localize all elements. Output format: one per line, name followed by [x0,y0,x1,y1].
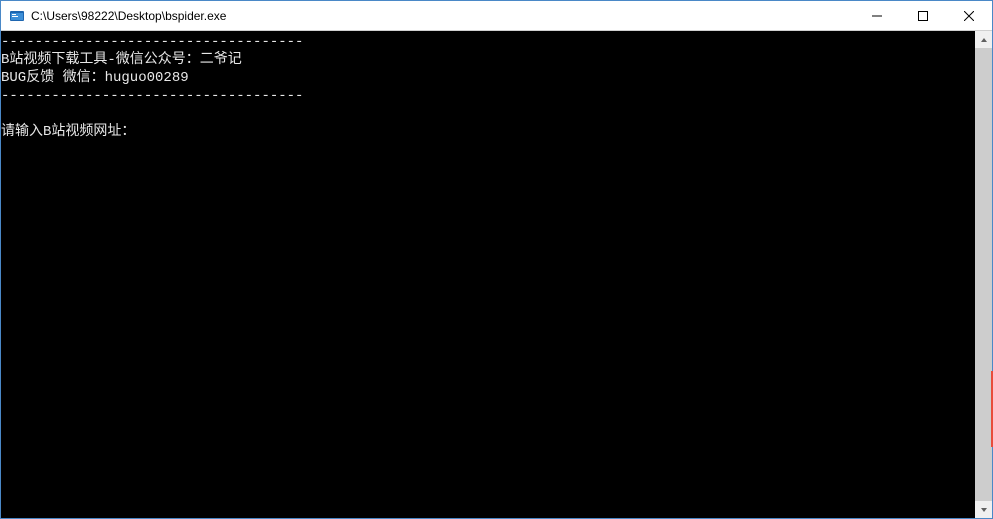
maximize-button[interactable] [900,1,946,30]
window-title: C:\Users\98222\Desktop\bspider.exe [31,9,854,23]
console-line: 请输入B站视频网址： [1,124,135,140]
console-area: ------------------------------------ B站视… [1,31,992,518]
app-window: C:\Users\98222\Desktop\bspider.exe -----… [0,0,993,519]
app-icon [9,8,25,24]
scroll-track[interactable] [975,48,992,501]
scroll-up-button[interactable] [975,31,992,48]
console-line: B站视频下载工具-微信公众号：二爷记 [1,52,242,68]
scroll-thumb[interactable] [975,48,992,501]
console-line: ------------------------------------ [1,34,303,50]
close-button[interactable] [946,1,992,30]
window-controls [854,1,992,30]
console-line: ------------------------------------ [1,88,303,104]
titlebar[interactable]: C:\Users\98222\Desktop\bspider.exe [1,1,992,31]
scroll-down-button[interactable] [975,501,992,518]
console-output[interactable]: ------------------------------------ B站视… [1,31,975,518]
vertical-scrollbar[interactable] [975,31,992,518]
minimize-button[interactable] [854,1,900,30]
console-line: BUG反馈 微信：huguo00289 [1,70,189,86]
